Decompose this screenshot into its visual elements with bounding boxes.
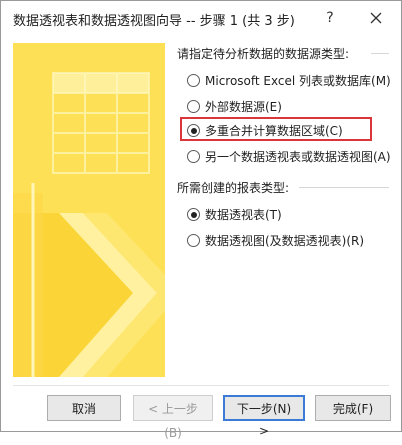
- section-divider: [299, 187, 389, 188]
- footer-divider: [13, 385, 389, 386]
- radio-external-source[interactable]: [187, 100, 200, 113]
- option-pivot-table-label: 数据透视表(T): [205, 208, 282, 222]
- close-icon: [370, 12, 382, 24]
- pivot-wizard-dialog: 数据透视表和数据透视图向导 -- 步骤 1 (共 3 步) ? 请指定待分析数据…: [0, 0, 402, 440]
- highlight-box: [180, 117, 372, 141]
- back-button[interactable]: < 上一步(B): [133, 395, 213, 440]
- radio-another-pivot[interactable]: [187, 150, 200, 163]
- wizard-illustration: [13, 43, 165, 377]
- radio-excel-list[interactable]: [187, 74, 200, 87]
- pivot-table-illustration-icon: [13, 43, 165, 377]
- window-title: 数据透视表和数据透视图向导 -- 步骤 1 (共 3 步): [13, 14, 295, 29]
- cancel-button[interactable]: 取消: [47, 395, 121, 421]
- title-bar: 数据透视表和数据透视图向导 -- 步骤 1 (共 3 步) ?: [1, 1, 401, 35]
- radio-pivot-table[interactable]: [187, 208, 200, 221]
- option-excel-list-label: Microsoft Excel 列表或数据库(M): [205, 74, 391, 88]
- section-divider: [371, 53, 389, 54]
- data-source-label: 请指定待分析数据的数据源类型:: [177, 47, 350, 61]
- close-button[interactable]: [365, 7, 387, 29]
- option-another-pivot-label: 另一个数据透视表或数据透视图(A): [205, 150, 391, 164]
- option-external-source-label: 外部数据源(E): [205, 100, 282, 114]
- finish-button[interactable]: 完成(F): [315, 395, 391, 421]
- report-type-label: 所需创建的报表类型:: [177, 181, 290, 195]
- next-button[interactable]: 下一步(N) >: [223, 395, 305, 438]
- radio-pivot-chart[interactable]: [187, 234, 200, 247]
- help-button[interactable]: ?: [319, 7, 341, 29]
- option-pivot-chart-label: 数据透视图(及数据透视表)(R): [205, 234, 365, 248]
